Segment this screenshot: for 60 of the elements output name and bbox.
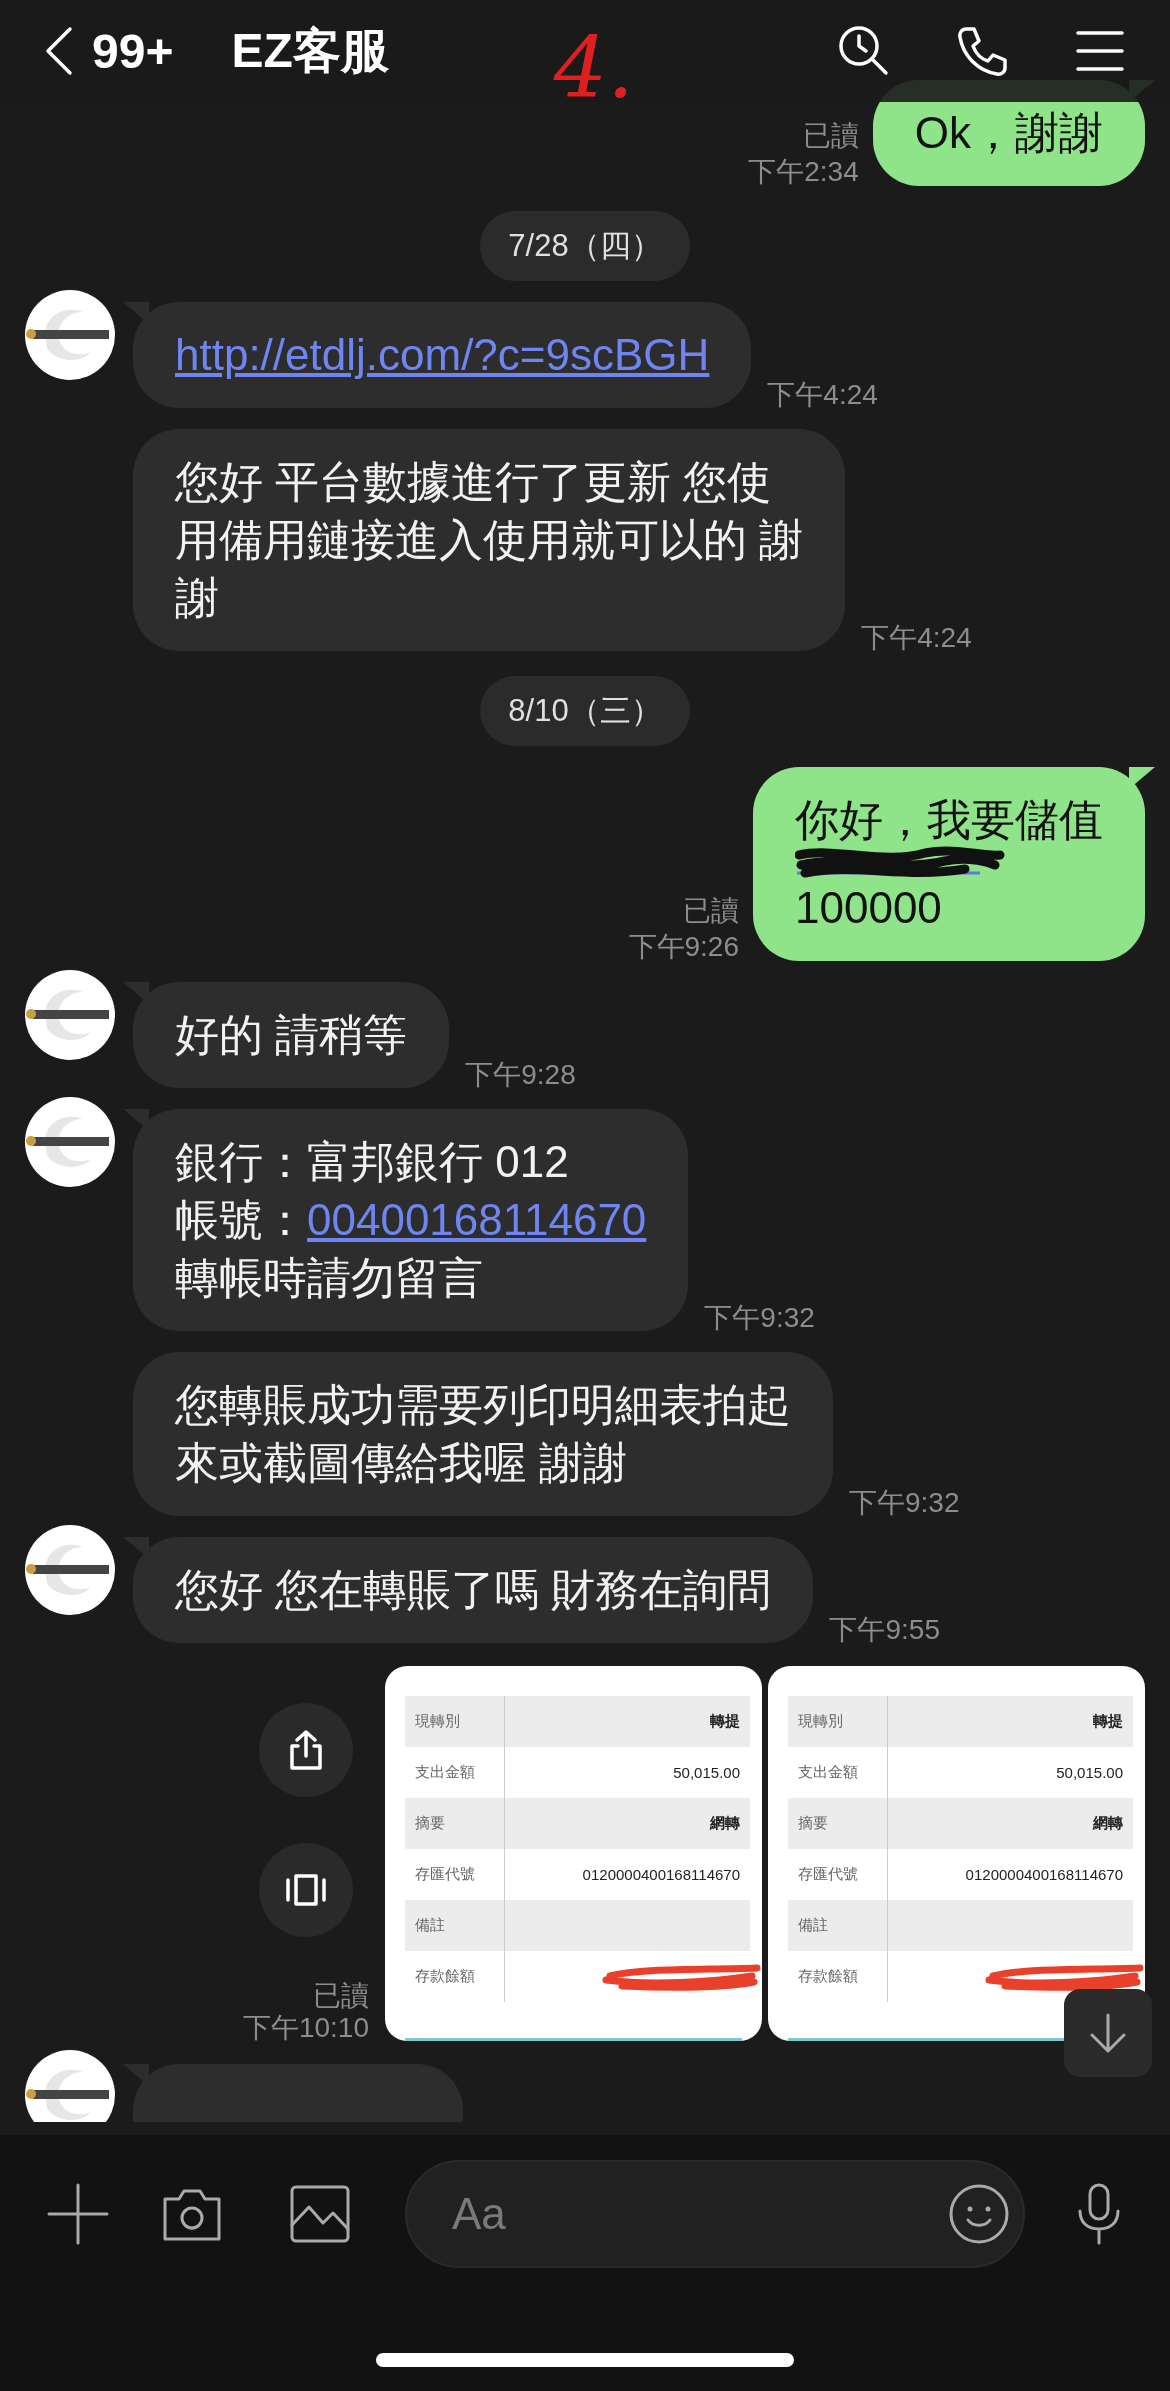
receipt-screenshot[interactable]: 現轉別 轉提 支出金額 50,015.00 摘要 網轉 存匯代號 0120000400168114670 備註 存款餘額 <box>385 1666 762 2041</box>
message-text: 您轉賬成功需要列印明細表拍起 <box>175 1379 791 1431</box>
message-text: 轉帳時請勿留言 <box>175 1252 484 1304</box>
table-cell-text: 轉提 <box>710 1712 741 1731</box>
back-button[interactable]: 99+ <box>40 23 174 79</box>
table-cell: 存匯代號 <box>415 1865 475 1884</box>
add-button[interactable] <box>45 2181 111 2247</box>
timestamp: 下午9:32 <box>704 1301 815 1335</box>
table-cell-text: 網轉 <box>710 1814 741 1833</box>
table-cell: 現轉別 <box>798 1712 843 1731</box>
message-text: 100000 <box>795 882 943 934</box>
message-text: 好的 請稍等 <box>175 1009 408 1061</box>
timestamp: 下午9:26 <box>628 930 739 964</box>
table-cell: 備註 <box>798 1916 828 1935</box>
table-cell-text: 網轉 <box>1093 1814 1124 1833</box>
timestamp: 下午2:34 <box>748 155 859 189</box>
timestamp: 下午4:24 <box>767 378 878 412</box>
plus-icon <box>45 2181 111 2247</box>
table-cell: 支出金額 <box>415 1763 475 1782</box>
table-cell: 摘要 <box>798 1814 828 1833</box>
message-text: 您好 您在轉賬了嗎 財務在詢問 <box>175 1564 772 1616</box>
table-cell: 現轉別 <box>415 1712 460 1731</box>
table-cell: 存匯代號 <box>798 1865 858 1884</box>
read-receipt: 已讀 <box>802 119 859 153</box>
smiley-icon <box>947 2182 1011 2246</box>
read-receipt: 已讀 <box>313 1979 369 2013</box>
chat-title: EZ客服 <box>231 23 389 79</box>
table-cell-text: 0120000400168114670 <box>582 1866 741 1883</box>
message-text: 謝 <box>175 572 220 624</box>
message-text: 帳號： <box>175 1195 307 1244</box>
message-text: 您好 平台數據進行了更新 您使 <box>175 456 773 508</box>
date-label: 7/28（四） <box>480 211 690 281</box>
timestamp: 下午9:55 <box>829 1613 940 1647</box>
message-link[interactable]: http://etdlj.com/?c=9scBGH <box>175 330 710 379</box>
receipt-screenshot[interactable]: 現轉別 轉提 支出金額 50,015.00 摘要 網轉 存匯代號 0120000400168114670 備註 存款餘額 <box>768 1666 1145 2041</box>
emoji-button[interactable] <box>947 2182 1011 2246</box>
date-label: 8/10（三） <box>480 676 690 746</box>
timestamp: 下午9:32 <box>849 1486 960 1520</box>
timestamp: 下午10:10 <box>242 2011 369 2045</box>
message-text: Ok，謝謝 <box>914 107 1103 159</box>
table-cell: 存款餘額 <box>798 1967 858 1986</box>
table-cell: 存款餘額 <box>415 1967 475 1986</box>
table-cell: 備註 <box>415 1916 445 1935</box>
table-cell-text: 50,015.00 <box>673 1764 741 1781</box>
message-text: 銀行：富邦銀行 012 <box>175 1136 570 1188</box>
timestamp: 下午9:28 <box>465 1058 576 1092</box>
message-text: 你好，我要儲值 <box>795 794 1103 846</box>
table-cell-text: 轉提 <box>1093 1712 1124 1731</box>
message-link[interactable]: 00400168114670 <box>307 1195 647 1244</box>
timestamp: 下午4:24 <box>861 621 972 655</box>
message-text: 來或截圖傳給我喔 謝謝 <box>175 1437 629 1489</box>
table-cell: 支出金額 <box>798 1763 858 1782</box>
table-cell: 摘要 <box>415 1814 445 1833</box>
handwritten-mark: 4. <box>553 26 634 110</box>
table-cell-text: 50,015.00 <box>1056 1764 1124 1781</box>
message-text: 用備用鏈接進入使用就可以的 謝 <box>175 514 804 566</box>
message-input[interactable]: Aa <box>405 2160 1025 2268</box>
scroll-down-button[interactable] <box>1064 1989 1152 2077</box>
read-receipt: 已讀 <box>683 894 739 928</box>
table-cell-text: 0120000400168114670 <box>965 1866 1124 1883</box>
